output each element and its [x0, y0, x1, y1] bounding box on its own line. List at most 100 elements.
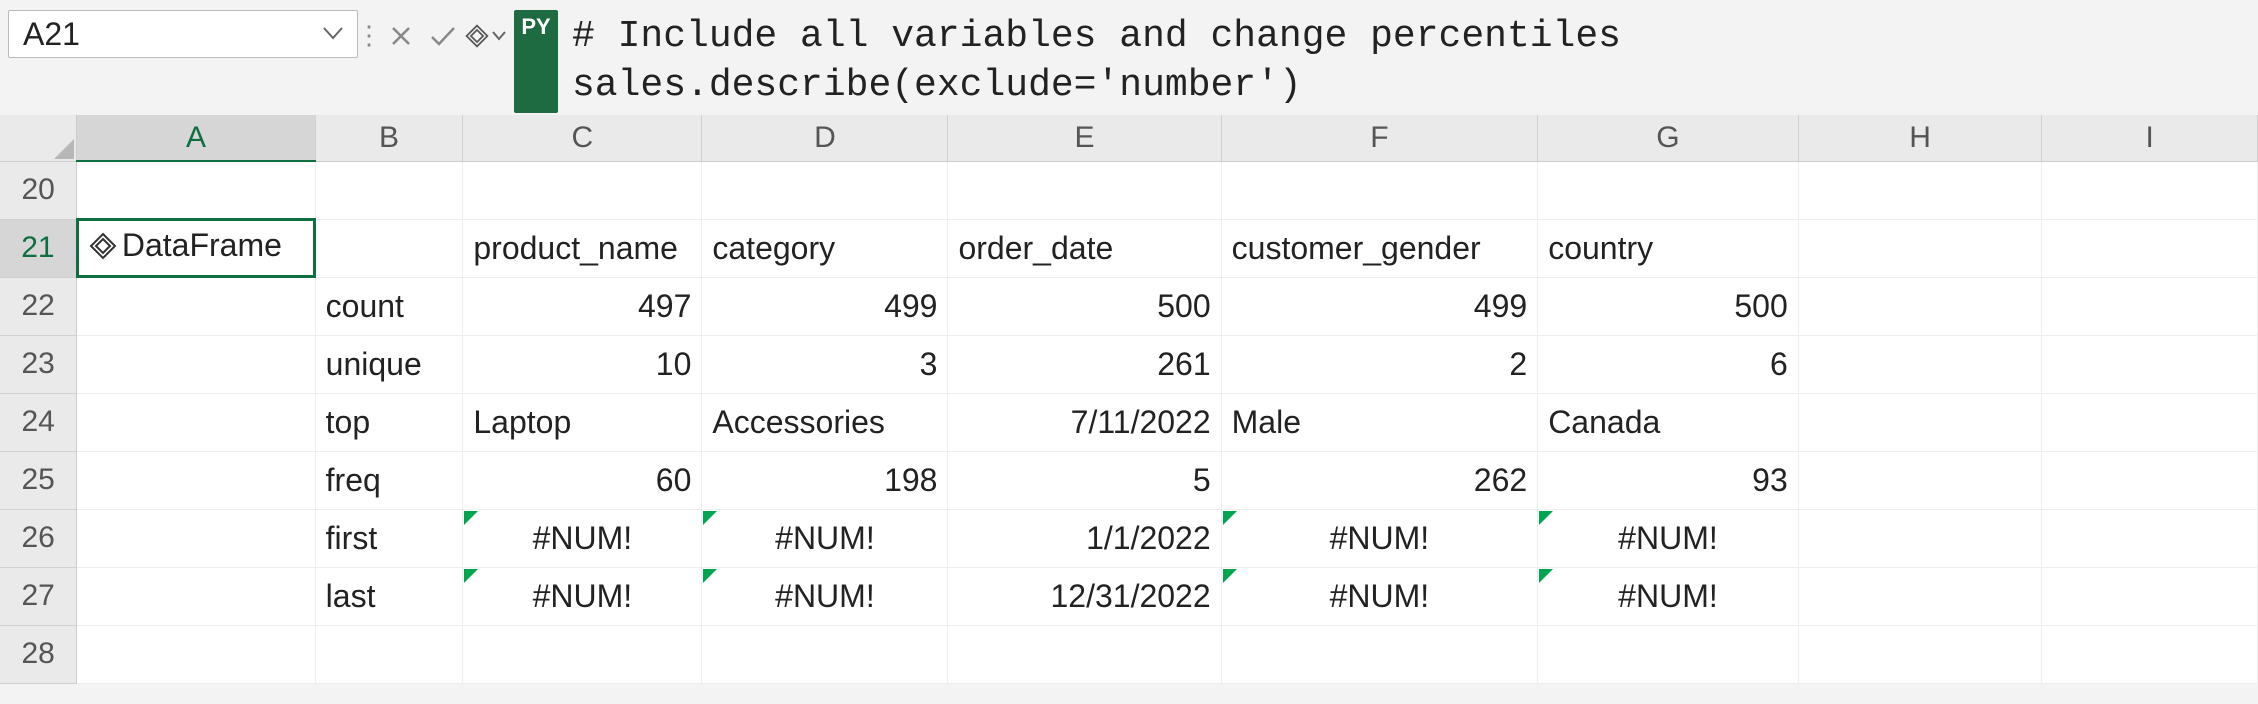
cell-G20[interactable]	[1538, 161, 1799, 219]
cell-F25[interactable]: 262	[1221, 451, 1538, 509]
cell-A25[interactable]	[77, 451, 315, 509]
cell-E25[interactable]: 5	[948, 451, 1221, 509]
cell-H26[interactable]	[1798, 509, 2042, 567]
cell-E21[interactable]: order_date	[948, 219, 1221, 277]
cell-F23[interactable]: 2	[1221, 335, 1538, 393]
row-header-28[interactable]: 28	[0, 625, 77, 683]
cell-G23[interactable]: 6	[1538, 335, 1799, 393]
cell-B24[interactable]: top	[315, 393, 463, 451]
cell-F26[interactable]: #NUM!	[1221, 509, 1538, 567]
cell-C27[interactable]: #NUM!	[463, 567, 702, 625]
column-header-F[interactable]: F	[1221, 115, 1538, 161]
row-header-23[interactable]: 23	[0, 335, 77, 393]
row-header-21[interactable]: 21	[0, 219, 77, 277]
cell-D21[interactable]: category	[702, 219, 948, 277]
cell-A24[interactable]	[77, 393, 315, 451]
column-header-E[interactable]: E	[948, 115, 1221, 161]
cancel-button[interactable]	[380, 18, 422, 54]
column-header-B[interactable]: B	[315, 115, 463, 161]
row-header-26[interactable]: 26	[0, 509, 77, 567]
cell-D24[interactable]: Accessories	[702, 393, 948, 451]
cell-I27[interactable]	[2042, 567, 2258, 625]
cell-B23[interactable]: unique	[315, 335, 463, 393]
cell-F28[interactable]	[1221, 625, 1538, 683]
cell-I26[interactable]	[2042, 509, 2258, 567]
cell-H21[interactable]	[1798, 219, 2042, 277]
cell-C28[interactable]	[463, 625, 702, 683]
cell-H23[interactable]	[1798, 335, 2042, 393]
cell-H20[interactable]	[1798, 161, 2042, 219]
formula-input[interactable]: # Include all variables and change perce…	[572, 10, 2258, 115]
cell-G25[interactable]: 93	[1538, 451, 1799, 509]
cell-A26[interactable]	[77, 509, 315, 567]
row-header-27[interactable]: 27	[0, 567, 77, 625]
cell-C20[interactable]	[463, 161, 702, 219]
cell-D22[interactable]: 499	[702, 277, 948, 335]
cell-F24[interactable]: Male	[1221, 393, 1538, 451]
python-mode-dropdown[interactable]	[464, 18, 506, 54]
cell-H25[interactable]	[1798, 451, 2042, 509]
cell-I28[interactable]	[2042, 625, 2258, 683]
cell-A20[interactable]	[77, 161, 315, 219]
cell-D23[interactable]: 3	[702, 335, 948, 393]
cell-I22[interactable]	[2042, 277, 2258, 335]
name-box[interactable]: A21	[8, 10, 358, 58]
cell-I23[interactable]	[2042, 335, 2258, 393]
cell-I25[interactable]	[2042, 451, 2258, 509]
cell-I24[interactable]	[2042, 393, 2258, 451]
cell-C23[interactable]: 10	[463, 335, 702, 393]
enter-button[interactable]	[422, 18, 464, 54]
cell-F20[interactable]	[1221, 161, 1538, 219]
cell-I21[interactable]	[2042, 219, 2258, 277]
cell-E20[interactable]	[948, 161, 1221, 219]
cell-D20[interactable]	[702, 161, 948, 219]
cell-A27[interactable]	[77, 567, 315, 625]
cell-G26[interactable]: #NUM!	[1538, 509, 1799, 567]
cell-H22[interactable]	[1798, 277, 2042, 335]
row-header-24[interactable]: 24	[0, 393, 77, 451]
cell-H24[interactable]	[1798, 393, 2042, 451]
row-header-22[interactable]: 22	[0, 277, 77, 335]
cell-G27[interactable]: #NUM!	[1538, 567, 1799, 625]
column-header-C[interactable]: C	[463, 115, 702, 161]
cell-G24[interactable]: Canada	[1538, 393, 1799, 451]
cell-E27[interactable]: 12/31/2022	[948, 567, 1221, 625]
cell-D28[interactable]	[702, 625, 948, 683]
cell-G28[interactable]	[1538, 625, 1799, 683]
cell-E23[interactable]: 261	[948, 335, 1221, 393]
row-header-20[interactable]: 20	[0, 161, 77, 219]
cell-B27[interactable]: last	[315, 567, 463, 625]
column-header-G[interactable]: G	[1538, 115, 1799, 161]
cell-D25[interactable]: 198	[702, 451, 948, 509]
cell-D27[interactable]: #NUM!	[702, 567, 948, 625]
cell-F27[interactable]: #NUM!	[1221, 567, 1538, 625]
cell-G22[interactable]: 500	[1538, 277, 1799, 335]
spreadsheet-grid[interactable]: ABCDEFGHI2021DataFrameproduct_namecatego…	[0, 115, 2258, 684]
cell-E26[interactable]: 1/1/2022	[948, 509, 1221, 567]
cell-B21[interactable]	[315, 219, 463, 277]
cell-F21[interactable]: customer_gender	[1221, 219, 1538, 277]
column-header-A[interactable]: A	[77, 115, 315, 161]
cell-E28[interactable]	[948, 625, 1221, 683]
cell-C22[interactable]: 497	[463, 277, 702, 335]
cell-A22[interactable]	[77, 277, 315, 335]
chevron-down-icon[interactable]	[323, 23, 343, 46]
cell-B22[interactable]: count	[315, 277, 463, 335]
cell-C26[interactable]: #NUM!	[463, 509, 702, 567]
cell-E24[interactable]: 7/11/2022	[948, 393, 1221, 451]
cell-D26[interactable]: #NUM!	[702, 509, 948, 567]
column-header-I[interactable]: I	[2042, 115, 2258, 161]
cell-B26[interactable]: first	[315, 509, 463, 567]
cell-F22[interactable]: 499	[1221, 277, 1538, 335]
cell-C25[interactable]: 60	[463, 451, 702, 509]
cell-B28[interactable]	[315, 625, 463, 683]
cell-H28[interactable]	[1798, 625, 2042, 683]
select-all-corner[interactable]	[0, 115, 77, 161]
column-header-D[interactable]: D	[702, 115, 948, 161]
cell-B20[interactable]	[315, 161, 463, 219]
cell-G21[interactable]: country	[1538, 219, 1799, 277]
cell-H27[interactable]	[1798, 567, 2042, 625]
row-header-25[interactable]: 25	[0, 451, 77, 509]
cell-A28[interactable]	[77, 625, 315, 683]
column-header-H[interactable]: H	[1798, 115, 2042, 161]
